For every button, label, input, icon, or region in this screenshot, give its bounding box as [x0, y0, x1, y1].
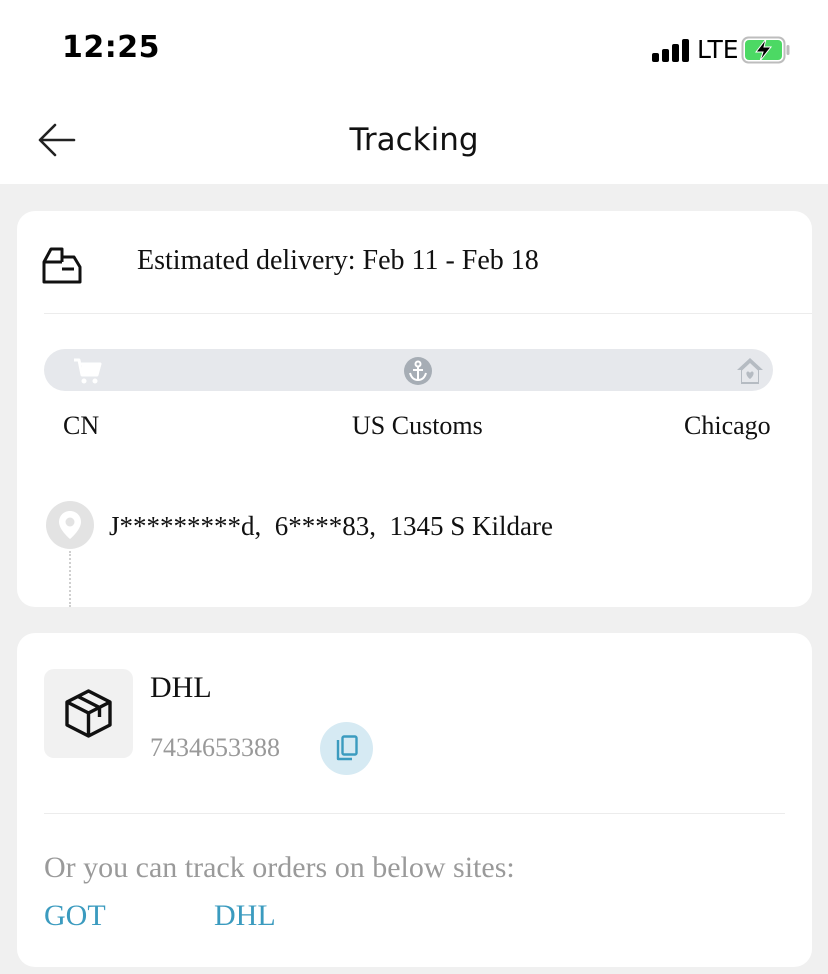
cart-icon [74, 358, 102, 384]
status-time: 12:25 [62, 30, 160, 65]
navigation-bar: Tracking [0, 96, 828, 184]
package-box-icon [65, 689, 112, 738]
stage-label-origin: CN [63, 411, 100, 440]
shipping-progress-bar [44, 349, 773, 391]
anchor-icon [404, 357, 432, 385]
delivery-truck-icon [42, 247, 82, 284]
stage-label-customs: US Customs [352, 411, 483, 440]
shipping-address: J*********d, 6****83, 1345 S Kildare [109, 511, 553, 541]
network-type: LTE [697, 35, 739, 64]
tracking-summary-card: Estimated delivery: Feb 11 - Feb 18 CN U… [17, 211, 812, 607]
tracking-number: 7434653388 [150, 733, 280, 762]
other-sites-intro: Or you can track orders on below sites: [44, 851, 515, 884]
signal-strength-icon [652, 38, 690, 62]
copy-tracking-number-button[interactable] [320, 722, 373, 775]
copy-icon [336, 735, 358, 761]
status-bar: 12:25 LTE [0, 0, 828, 96]
stage-label-destination: Chicago [684, 411, 771, 440]
location-pin-icon [46, 501, 94, 549]
timeline-connector [69, 551, 71, 607]
page-title: Tracking [349, 122, 479, 158]
estimated-delivery-text: Estimated delivery: Feb 11 - Feb 18 [137, 245, 539, 276]
package-tile [44, 669, 133, 758]
track-site-link-got[interactable]: GOT [44, 899, 106, 933]
divider [44, 313, 812, 314]
divider [44, 813, 785, 814]
carrier-name: DHL [150, 671, 212, 704]
battery-charging-icon [741, 36, 790, 64]
carrier-card: DHL 7434653388 Or you can track orders o… [17, 633, 812, 967]
track-site-link-dhl[interactable]: DHL [214, 899, 276, 933]
home-icon [737, 358, 763, 384]
